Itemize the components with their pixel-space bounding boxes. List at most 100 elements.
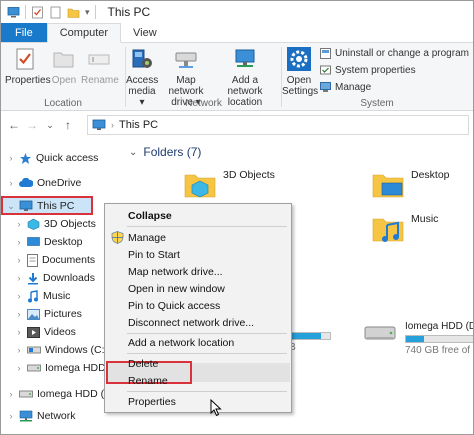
desktop-folder-icon xyxy=(372,174,404,198)
expand-chevron-icon[interactable]: › xyxy=(15,255,23,265)
desktop-icon xyxy=(27,236,40,246)
menu-label: Manage xyxy=(128,231,166,244)
folders-section-header[interactable]: ⌄ Folders (7) xyxy=(129,145,201,159)
menu-separator xyxy=(127,391,287,392)
tab-file[interactable]: File xyxy=(1,23,47,42)
nav-item-this-pc[interactable]: ⌄ This PC xyxy=(7,197,74,215)
nav-item-desktop[interactable]: › Desktop xyxy=(15,233,83,251)
menu-item-collapse[interactable]: Collapse xyxy=(105,207,291,224)
menu-item-pin-to-quick-access[interactable]: Pin to Quick access xyxy=(105,297,291,314)
customize-toolbar-chevron-icon[interactable]: ▾ xyxy=(85,7,90,18)
videos-icon xyxy=(27,326,40,338)
tab-computer[interactable]: Computer xyxy=(46,23,122,43)
nav-item-iomega-hdd-root[interactable]: › Iomega HDD (D: xyxy=(7,385,115,403)
folder-3d-objects[interactable]: 3D Objects xyxy=(183,169,275,199)
3d-objects-icon xyxy=(27,218,40,230)
window-title: This PC xyxy=(107,5,151,19)
nav-item-documents[interactable]: › Documents xyxy=(15,251,95,269)
location-group: Properties Open Rename Location xyxy=(1,43,125,111)
rename-button[interactable]: Rename xyxy=(81,46,119,86)
expand-chevron-icon[interactable]: › xyxy=(15,327,23,337)
hard-drive-icon xyxy=(364,326,396,340)
nav-item-quick-access[interactable]: › Quick access xyxy=(7,149,99,167)
manage-icon xyxy=(320,82,331,92)
collapse-chevron-icon[interactable]: ⌄ xyxy=(7,201,15,212)
expand-chevron-icon[interactable]: › xyxy=(7,411,15,421)
menu-item-add-network-location[interactable]: Add a network location xyxy=(105,334,291,351)
drive-usage-fill xyxy=(406,336,424,342)
open-button[interactable]: Open xyxy=(49,46,79,86)
separator xyxy=(94,5,96,19)
nav-item-pictures[interactable]: › Pictures xyxy=(15,305,82,323)
expand-chevron-icon[interactable]: › xyxy=(15,345,23,355)
expand-chevron-icon[interactable]: › xyxy=(15,273,23,283)
expand-chevron-icon[interactable]: › xyxy=(15,219,23,229)
up-arrow-icon[interactable]: ↑ xyxy=(59,118,77,132)
nav-label: Videos xyxy=(44,326,76,338)
expand-chevron-icon[interactable]: › xyxy=(15,237,23,247)
menu-item-map-network-drive[interactable]: Map network drive... xyxy=(105,263,291,280)
properties-button[interactable]: Properties xyxy=(5,46,51,86)
network-group-label: Network xyxy=(185,98,222,109)
navigation-pane: › Quick access › OneDrive ⌄ This PC › 3D… xyxy=(1,141,123,434)
collapse-section-chevron-icon[interactable]: ⌄ xyxy=(129,147,137,158)
nav-label: Pictures xyxy=(44,308,82,320)
manage-label: Manage xyxy=(335,82,372,93)
address-bar[interactable]: › This PC xyxy=(87,115,469,135)
folder-label: 3D Objects xyxy=(223,169,275,181)
drive-iomega-hdd[interactable]: Iomega HDD (D: 740 GB free of 93 xyxy=(363,321,473,356)
menu-item-pin-to-start[interactable]: Pin to Start xyxy=(105,246,291,263)
forward-arrow-icon[interactable]: → xyxy=(23,118,41,132)
breadcrumb-separator-icon: › xyxy=(111,120,114,130)
menu-label: Collapse xyxy=(128,209,172,222)
properties-check-icon[interactable] xyxy=(31,6,44,19)
nav-item-videos[interactable]: › Videos xyxy=(15,323,76,341)
open-settings-button[interactable]: Open Settings xyxy=(282,46,319,97)
folder-desktop[interactable]: Desktop xyxy=(371,169,450,199)
menu-item-delete[interactable]: Delete xyxy=(105,355,291,372)
open-icon xyxy=(53,52,74,68)
music-note-icon xyxy=(28,289,38,302)
manage-button[interactable]: Manage xyxy=(320,82,371,93)
system-properties-icon xyxy=(320,65,331,75)
recent-locations-chevron-icon[interactable]: ⌄ xyxy=(41,120,59,131)
menu-item-open-in-new-window[interactable]: Open in new window xyxy=(105,280,291,297)
menu-item-disconnect-network-drive[interactable]: Disconnect network drive... xyxy=(105,314,291,331)
open-settings-label-2: Settings xyxy=(282,86,319,97)
expand-chevron-icon[interactable]: › xyxy=(7,389,15,399)
expand-chevron-icon[interactable]: › xyxy=(15,309,23,319)
folders-header-label: Folders (7) xyxy=(143,145,202,159)
nav-item-music[interactable]: › Music xyxy=(15,287,70,305)
expand-chevron-icon[interactable]: › xyxy=(7,153,15,163)
nav-label: This PC xyxy=(37,200,75,212)
menu-item-properties[interactable]: Properties xyxy=(105,393,291,410)
new-document-icon[interactable] xyxy=(49,6,62,19)
ribbon-tabs: File Computer View xyxy=(1,23,473,43)
shield-icon xyxy=(111,231,124,244)
computer-icon xyxy=(19,200,33,211)
system-properties-button[interactable]: System properties xyxy=(320,65,416,76)
open-settings-label-1: Open xyxy=(286,75,312,86)
file-explorer-window: ▾ This PC File Computer View Properties … xyxy=(0,0,474,435)
folder-music[interactable]: Music xyxy=(371,213,438,245)
menu-item-manage[interactable]: Manage xyxy=(105,229,291,246)
new-folder-icon[interactable] xyxy=(67,6,80,19)
system-properties-label: System properties xyxy=(335,65,416,76)
star-icon xyxy=(20,152,31,164)
nav-item-downloads[interactable]: › Downloads xyxy=(15,269,95,287)
properties-label: Properties xyxy=(5,75,51,86)
back-arrow-icon[interactable]: ← xyxy=(5,118,23,132)
pictures-icon xyxy=(27,308,40,320)
expand-chevron-icon[interactable]: › xyxy=(15,363,23,373)
nav-item-windows-c[interactable]: › Windows (C:) xyxy=(15,341,109,359)
menu-item-rename[interactable]: Rename xyxy=(105,372,291,389)
nav-item-network[interactable]: › Network xyxy=(7,407,76,425)
address-bar-row: ← → ⌄ ↑ › This PC xyxy=(1,112,473,138)
expand-chevron-icon[interactable]: › xyxy=(15,291,23,301)
nav-item-onedrive[interactable]: › OneDrive xyxy=(7,174,82,192)
nav-item-3d-objects[interactable]: › 3D Objects xyxy=(15,215,96,233)
expand-chevron-icon[interactable]: › xyxy=(7,178,15,188)
tab-view[interactable]: View xyxy=(121,23,169,42)
uninstall-program-button[interactable]: Uninstall or change a program xyxy=(320,48,469,59)
system-group-label: System xyxy=(360,98,394,109)
